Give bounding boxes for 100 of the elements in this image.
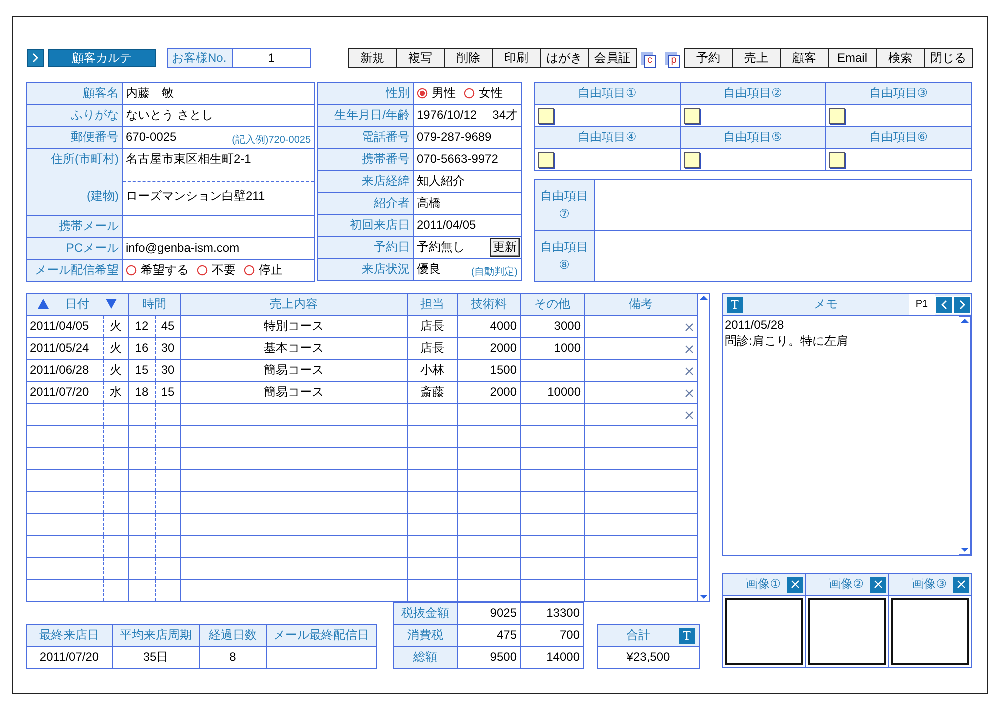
radio-button[interactable] [197, 264, 208, 276]
toolbar-button[interactable]: 売上 [732, 48, 781, 68]
field-value: 670-0025 [126, 130, 177, 145]
sort-down-icon[interactable] [106, 299, 117, 310]
table-cell: 30 [156, 360, 180, 382]
field-label: 初回来店日 [318, 214, 414, 236]
x-icon [956, 580, 966, 589]
toolbar-button[interactable]: 閉じる [924, 48, 973, 68]
image-slot[interactable] [808, 598, 886, 665]
square-button[interactable] [538, 108, 554, 124]
field-label: 予約日 [318, 236, 414, 258]
field-value: 34才 [492, 108, 518, 123]
delete-button[interactable] [870, 576, 886, 592]
field-label: 携帯番号 [318, 148, 414, 170]
delete-icon[interactable] [685, 388, 694, 398]
table-cell: ¥23,500 [598, 646, 700, 668]
previous-button[interactable] [935, 296, 953, 314]
radio-label[interactable]: 不要 [212, 263, 236, 278]
column-header: 時間 [128, 294, 180, 316]
field-label: 生年月日/年齢 [318, 104, 414, 126]
radio-button[interactable] [464, 88, 475, 99]
table-cell: 14000 [520, 646, 584, 668]
document-button[interactable]: c [638, 48, 660, 68]
field-label: 住所(市町村) [51, 152, 119, 166]
toolbar-button[interactable]: 印刷 [492, 48, 541, 68]
delete-icon[interactable] [685, 366, 694, 376]
field-label: 来店経緯 [318, 170, 414, 192]
toolbar-button[interactable]: 削除 [444, 48, 493, 68]
radio-label[interactable]: 希望する [141, 263, 189, 278]
image-slot[interactable] [891, 598, 969, 665]
table-cell: 火 [104, 360, 128, 382]
text-button[interactable]: T [727, 296, 743, 312]
scroll-up-icon[interactable] [700, 294, 708, 302]
hint-text: (記入例)720-0025 [232, 134, 311, 146]
toolbar-button[interactable]: 複写 [396, 48, 445, 68]
column-header: 備考 [584, 294, 698, 316]
table-cell: 45 [156, 316, 180, 338]
delete-button[interactable] [787, 576, 803, 592]
square-button[interactable] [829, 152, 846, 168]
toolbar-button[interactable]: Email [828, 48, 877, 68]
column-header: メール最終配信日 [266, 624, 376, 646]
memo-text-area[interactable]: 2011/05/28 問診:肩こり。特に左肩 [723, 316, 959, 555]
column-header: 平均来店周期 [112, 624, 200, 646]
radio-label[interactable]: 女性 [479, 86, 503, 101]
field-label: ふりがな [26, 104, 122, 126]
square-button[interactable] [684, 152, 700, 168]
panel-title: メモ [813, 297, 839, 312]
toolbar-button[interactable]: 新規 [348, 48, 397, 68]
column-header: 経過日数 [200, 624, 266, 646]
column-header: 最終来店日 [26, 624, 112, 646]
column-header: 売上内容 [180, 294, 408, 316]
toolbar-button[interactable]: 検索 [876, 48, 925, 68]
document-button[interactable]: p [662, 48, 684, 68]
delete-icon[interactable] [685, 410, 694, 420]
delete-icon[interactable] [685, 344, 694, 354]
scrollbar[interactable] [698, 293, 710, 602]
field-label: 性別 [318, 82, 414, 104]
table-cell: 基本コース [180, 338, 408, 360]
radio-button[interactable] [417, 88, 428, 99]
delete-button[interactable] [953, 576, 969, 592]
toolbar-button[interactable]: 顧客 [780, 48, 829, 68]
toolbar-button[interactable]: 予約 [684, 48, 733, 68]
field-value: 優良 [417, 262, 441, 277]
table-cell: 3000 [520, 316, 584, 338]
scroll-down-icon[interactable] [960, 546, 968, 554]
table-cell: 475 [458, 624, 520, 646]
table-cell: 35日 [112, 646, 200, 668]
input-field[interactable] [594, 230, 972, 282]
radio-button[interactable] [244, 264, 255, 276]
hint-text: (自動判定) [471, 266, 518, 278]
row-header: 消費税 [394, 624, 458, 646]
radio-label[interactable]: 男性 [432, 86, 456, 101]
scroll-down-icon[interactable] [700, 593, 708, 601]
sort-up-icon[interactable] [38, 299, 49, 310]
column-header: 日付 [66, 297, 90, 312]
field-label: 自由項目③ [826, 82, 972, 104]
text-button[interactable]: T [679, 628, 695, 644]
table-cell: 2011/05/24 [26, 338, 104, 360]
table-cell: 4000 [458, 316, 520, 338]
chevron-right-icon [32, 53, 39, 63]
field-value: 2011/04/05 [417, 218, 476, 233]
image-label: 画像③ [912, 577, 947, 592]
toolbar-button[interactable]: はがき [540, 48, 589, 68]
image-slot[interactable] [725, 598, 803, 665]
square-button[interactable] [538, 152, 554, 168]
radio-button[interactable] [126, 264, 137, 276]
table-cell: 2000 [458, 338, 520, 360]
square-button[interactable] [829, 108, 846, 124]
toolbar-button[interactable]: 会員証 [588, 48, 637, 68]
field-label: 自由項目⑧ [534, 230, 594, 282]
input-field[interactable] [594, 180, 972, 230]
update-button[interactable]: 更新 [490, 238, 520, 257]
square-button[interactable] [684, 108, 700, 124]
x-icon [790, 580, 800, 589]
field-value: 070-5663-9972 [417, 152, 498, 167]
scrollbar[interactable] [959, 316, 971, 555]
radio-label[interactable]: 停止 [259, 263, 283, 278]
delete-icon[interactable] [685, 322, 694, 332]
next-button[interactable] [27, 49, 44, 67]
input-field[interactable]: 1 [233, 48, 311, 68]
